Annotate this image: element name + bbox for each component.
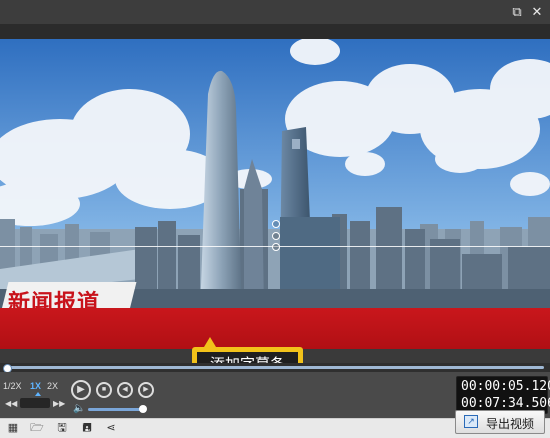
volume-icon[interactable]: 🔈	[73, 403, 85, 414]
resize-handle[interactable]	[272, 220, 280, 228]
previous-frame-icon[interactable]: ◀	[117, 382, 133, 398]
speed-marker-icon	[35, 392, 41, 396]
current-time: 00:00:05.120	[461, 379, 550, 394]
export-video-label: 导出视频	[486, 417, 535, 431]
time-display: 00:00:05.120 00:07:34.506	[456, 376, 550, 414]
seek-track[interactable]	[8, 366, 544, 369]
volume-knob[interactable]	[139, 405, 147, 413]
save-as-icon[interactable]: 🖪	[80, 422, 94, 435]
video-preview[interactable]: 新闻报道	[0, 39, 550, 349]
speed-half[interactable]: 1/2X	[3, 381, 22, 391]
save-icon[interactable]: 🖫	[55, 422, 69, 435]
title-bar: ⧉ ✕	[0, 0, 550, 24]
stop-icon[interactable]: ■	[96, 382, 112, 398]
open-folder-icon[interactable]: 🗁	[30, 422, 44, 435]
caption-pointer-arrow	[204, 337, 216, 347]
share-icon[interactable]: ⋖	[104, 422, 118, 435]
next-frame-icon[interactable]: ▶	[138, 382, 154, 398]
preview-top-strip	[0, 24, 550, 39]
resize-handle[interactable]	[272, 232, 280, 240]
total-time: 00:07:34.506	[461, 396, 550, 411]
play-icon[interactable]: ▶	[71, 380, 91, 400]
volume-slider[interactable]	[88, 408, 143, 411]
restore-window-icon[interactable]: ⧉	[508, 3, 526, 21]
new-project-icon[interactable]: ▦	[6, 422, 20, 435]
speed-1x[interactable]: 1X	[30, 381, 41, 391]
speed-up-icon[interactable]: ▶▶	[53, 399, 65, 408]
export-video-button[interactable]: ↗ 导出视频	[455, 410, 545, 434]
export-icon: ↗	[464, 415, 478, 428]
news-red-banner[interactable]	[0, 308, 550, 349]
resize-handle[interactable]	[272, 243, 280, 251]
close-window-icon[interactable]: ✕	[528, 3, 546, 21]
speed-2x[interactable]: 2X	[47, 381, 58, 391]
speed-slider[interactable]	[20, 398, 50, 408]
seek-bar[interactable]	[0, 363, 550, 373]
speed-down-icon[interactable]: ◀◀	[5, 399, 17, 408]
